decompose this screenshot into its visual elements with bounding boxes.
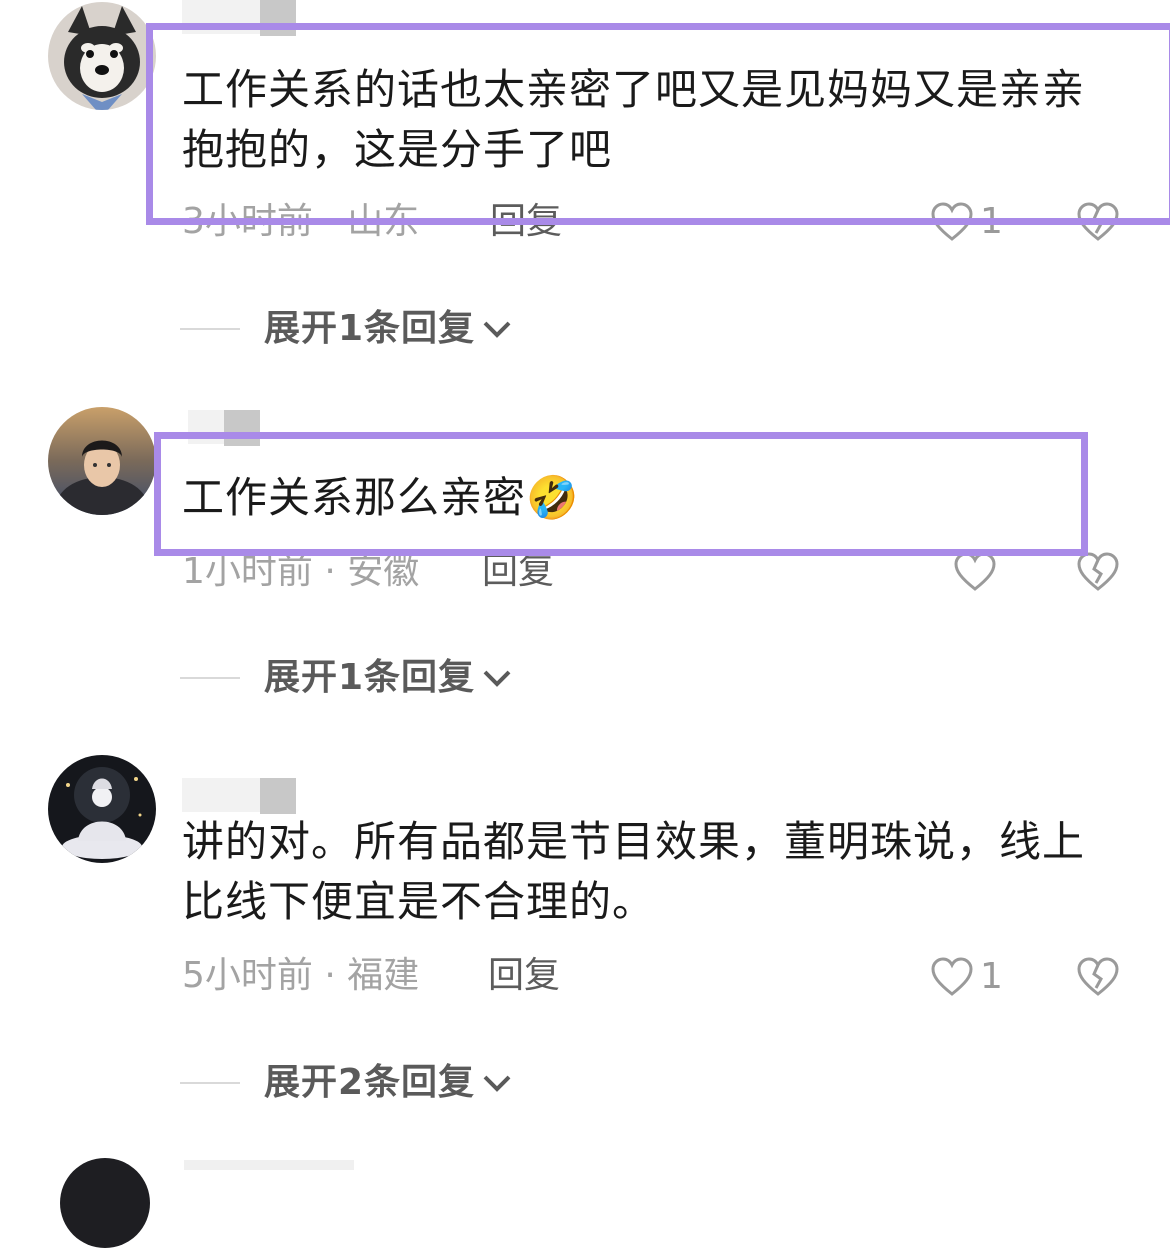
chevron-down-icon xyxy=(483,321,511,338)
heart-outline-icon xyxy=(954,552,996,591)
comment-meta: 5小时前 · 福建 xyxy=(182,955,420,996)
comment-meta: 1小时前 · 安徽 xyxy=(182,551,420,592)
divider xyxy=(180,328,240,330)
expand-replies-label: 展开1条回复 xyxy=(264,308,476,349)
like-button[interactable]: 1 xyxy=(930,955,1003,999)
dislike-button[interactable] xyxy=(1076,956,1120,1002)
expand-replies-button[interactable]: 展开1条回复 xyxy=(180,656,515,700)
like-count: 1 xyxy=(980,956,1003,997)
chevron-down-icon xyxy=(483,1075,511,1092)
comment-text: 讲的对。所有品都是节目效果，董明珠说，线上比线下便宜是不合理的。 xyxy=(182,817,1086,926)
divider xyxy=(180,1082,240,1084)
dislike-button[interactable] xyxy=(1076,551,1120,597)
reply-button[interactable]: 回复 xyxy=(482,550,554,594)
expand-replies-button[interactable]: 展开1条回复 xyxy=(180,307,515,351)
reply-button[interactable]: 回复 xyxy=(488,954,560,998)
like-button[interactable] xyxy=(953,551,1003,593)
expand-replies-label: 展开1条回复 xyxy=(264,657,476,698)
highlight-box xyxy=(146,23,1170,225)
username-redacted xyxy=(184,1160,354,1170)
username-redacted xyxy=(182,778,296,814)
broken-heart-icon xyxy=(1077,552,1119,591)
broken-heart-icon xyxy=(1077,957,1119,996)
expand-replies-button[interactable]: 展开2条回复 xyxy=(180,1061,515,1105)
avatar[interactable] xyxy=(48,755,156,863)
expand-replies-label: 展开2条回复 xyxy=(264,1062,476,1103)
chevron-down-icon xyxy=(483,670,511,687)
avatar[interactable] xyxy=(48,407,156,515)
avatar[interactable] xyxy=(60,1158,150,1248)
divider xyxy=(180,677,240,679)
avatar[interactable] xyxy=(48,2,156,110)
highlight-box xyxy=(154,432,1088,556)
heart-outline-icon xyxy=(931,957,973,996)
